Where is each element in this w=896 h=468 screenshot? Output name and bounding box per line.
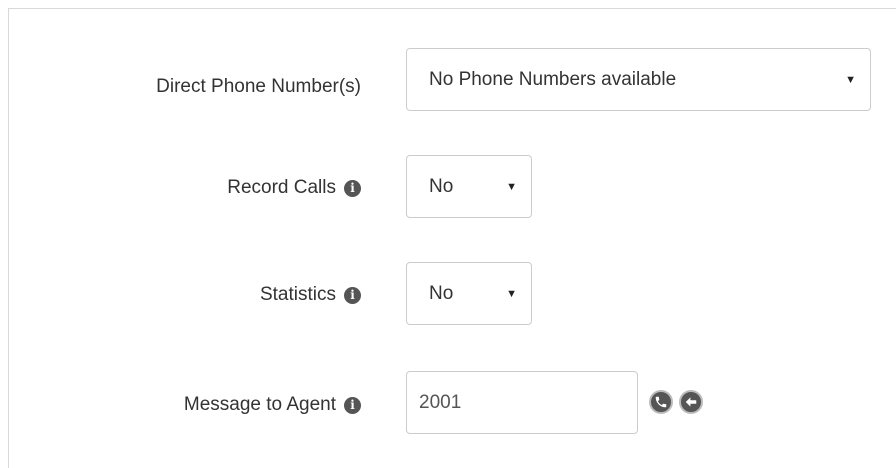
arrow-left-icon [685, 397, 697, 407]
direct-phone-selected: No Phone Numbers available [429, 68, 677, 90]
back-button[interactable] [679, 390, 703, 414]
statistics-select[interactable]: No ▼ [406, 262, 532, 325]
statistics-label-wrap: Statistics i [9, 263, 361, 327]
caret-down-icon: ▼ [845, 73, 856, 86]
record-calls-label: Record Calls [227, 177, 336, 198]
record-calls-label-wrap: Record Calls i [9, 156, 361, 220]
direct-phone-label-wrap: Direct Phone Number(s) [9, 55, 361, 119]
statistics-selected: No [429, 282, 454, 304]
settings-panel: Direct Phone Number(s) No Phone Numbers … [8, 8, 896, 468]
call-button[interactable] [649, 390, 673, 414]
phone-icon [655, 396, 667, 408]
direct-phone-label: Direct Phone Number(s) [156, 76, 361, 97]
caret-down-icon: ▼ [506, 287, 517, 300]
record-calls-selected: No [429, 175, 454, 197]
statistics-label: Statistics [259, 284, 336, 305]
info-icon[interactable]: i [344, 179, 361, 197]
message-to-agent-label: Message to Agent [183, 394, 336, 415]
message-to-agent-input[interactable] [406, 371, 638, 434]
record-calls-select[interactable]: No ▼ [406, 155, 532, 218]
caret-down-icon: ▼ [506, 180, 517, 193]
info-icon[interactable]: i [344, 286, 361, 304]
info-icon[interactable]: i [344, 396, 361, 414]
message-to-agent-label-wrap: Message to Agent i [9, 373, 361, 437]
direct-phone-select[interactable]: No Phone Numbers available ▼ [406, 48, 871, 111]
